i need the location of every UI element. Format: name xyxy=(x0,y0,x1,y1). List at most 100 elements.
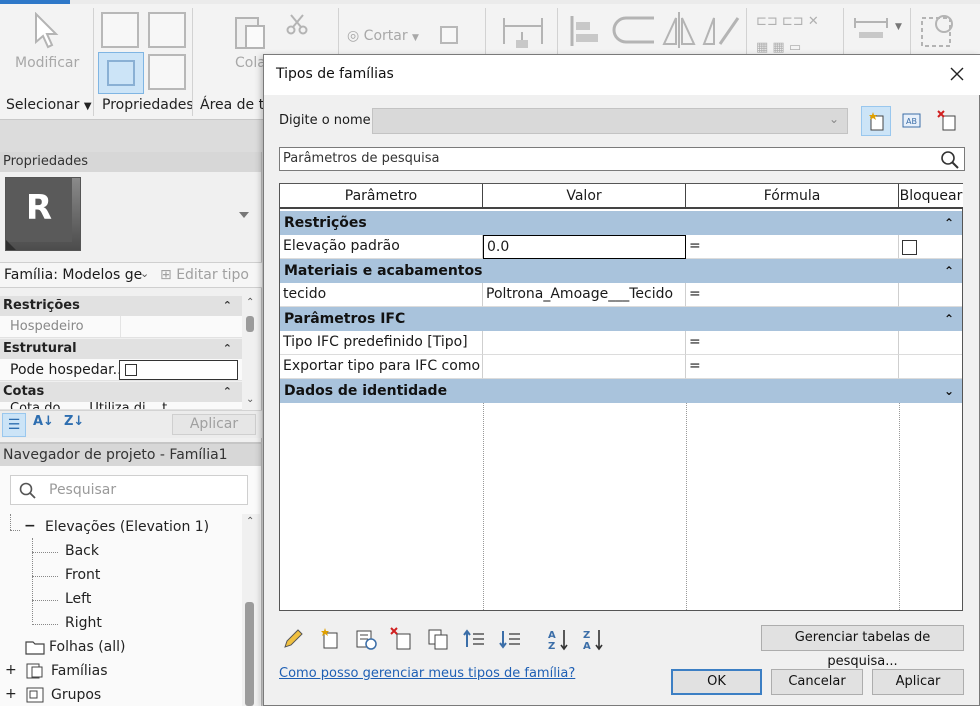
family-selector[interactable]: Família: Modelos ge xyxy=(4,267,149,283)
group-header-restrictions[interactable]: Restrições ⌃ xyxy=(280,211,962,235)
prop-category-dimensions[interactable]: Cotas ⌃ xyxy=(0,382,242,402)
param-formula-cell[interactable]: = xyxy=(686,355,899,379)
param-lock-cell[interactable] xyxy=(899,355,962,379)
tree-item-front[interactable]: Front xyxy=(65,567,100,583)
parameter-properties-icon[interactable] xyxy=(354,627,378,651)
prop-category-restrictions[interactable]: Restrições ⌃ xyxy=(0,296,242,316)
tree-item-back[interactable]: Back xyxy=(65,543,99,559)
properties-apply-button[interactable]: Aplicar xyxy=(172,414,256,435)
group-header-ifc[interactable]: Parâmetros IFC ⌃ xyxy=(280,307,962,331)
offset-icon[interactable] xyxy=(610,14,656,48)
scroll-up-icon[interactable]: ⌃ xyxy=(246,297,254,308)
modify-button-label[interactable]: Modificar xyxy=(15,55,79,71)
move-up-icon[interactable] xyxy=(462,627,486,651)
ok-button[interactable]: OK xyxy=(671,669,762,695)
param-value-cell[interactable] xyxy=(483,355,686,379)
apply-button[interactable]: Aplicar xyxy=(872,669,964,695)
edit-type-button[interactable]: ⊞ Editar tipo xyxy=(160,267,249,283)
properties-scrollbar[interactable]: ⌃ ⌄ xyxy=(242,296,260,410)
cursor-icon[interactable] xyxy=(32,12,60,50)
join-geometry-icon[interactable] xyxy=(440,26,458,44)
param-formula-cell[interactable]: = xyxy=(686,283,899,307)
rename-type-button[interactable]: AB xyxy=(896,106,926,136)
scroll-thumb[interactable] xyxy=(246,316,254,332)
move-icon[interactable]: ⊏⊐ ⊏⊐ ✕ xyxy=(756,14,819,29)
family-types-icon[interactable] xyxy=(148,12,186,48)
mirror-axis-icon[interactable] xyxy=(662,10,696,50)
tree-expand-icon[interactable]: + xyxy=(5,662,17,678)
tree-collapse-icon[interactable]: − xyxy=(24,518,36,534)
paste-icon[interactable] xyxy=(232,12,268,52)
tree-item-sheets[interactable]: Folhas (all) xyxy=(49,639,126,655)
param-name-cell[interactable]: Exportar tipo para IFC como xyxy=(280,355,483,379)
param-value-cell[interactable] xyxy=(483,331,686,355)
family-category-icon[interactable] xyxy=(148,54,186,90)
param-formula-cell[interactable]: = xyxy=(686,235,899,259)
browser-search-input[interactable]: Pesquisar xyxy=(10,475,248,505)
mirror-draw-icon[interactable] xyxy=(702,10,742,50)
col-header-formula[interactable]: Fórmula xyxy=(686,184,899,209)
param-lock-cell[interactable] xyxy=(899,283,962,307)
tree-item-left[interactable]: Left xyxy=(65,591,91,607)
prop-category-structural[interactable]: Estrutural ⌃ xyxy=(0,339,242,359)
tree-item-right[interactable]: Right xyxy=(65,615,102,631)
sort-categorized-icon[interactable]: ☰ xyxy=(2,413,26,437)
create-icon[interactable] xyxy=(918,10,958,50)
type-properties-icon[interactable] xyxy=(101,12,139,48)
col-header-value[interactable]: Valor xyxy=(483,184,686,209)
col-header-lock[interactable]: Bloquear xyxy=(899,184,963,209)
tree-item-groups[interactable]: Grupos xyxy=(51,687,101,703)
col-header-parameter[interactable]: Parâmetro xyxy=(280,184,483,209)
browser-scrollbar[interactable]: ⌃ xyxy=(242,514,260,706)
edit-parameter-icon[interactable] xyxy=(281,627,305,651)
align-icon[interactable] xyxy=(568,14,602,48)
scroll-down-icon[interactable]: ⌄ xyxy=(246,394,254,405)
scroll-up-icon[interactable]: ⌃ xyxy=(246,516,254,527)
scissors-icon[interactable] xyxy=(285,12,309,36)
paste-button-label[interactable]: Cola xyxy=(235,55,266,71)
sort-descending-icon[interactable]: ZA xyxy=(582,627,606,651)
group-header-materials[interactable]: Materiais e acabamentos ⌃ xyxy=(280,259,962,283)
param-value-input[interactable]: 0.0 xyxy=(483,235,686,259)
param-name-cell[interactable]: Tipo IFC predefinido [Tipo] xyxy=(280,331,483,355)
tree-item-families[interactable]: Famílias xyxy=(51,663,108,679)
can-host-checkbox[interactable] xyxy=(125,364,137,376)
type-name-combobox[interactable]: ⌄ xyxy=(372,108,848,134)
search-icon[interactable] xyxy=(940,150,960,170)
delete-parameter-icon[interactable] xyxy=(390,627,414,651)
help-link[interactable]: Como posso gerenciar meus tipos de famíl… xyxy=(279,666,575,681)
sort-az-icon[interactable]: A↓ xyxy=(33,414,54,429)
close-icon[interactable] xyxy=(948,65,966,83)
new-type-button[interactable] xyxy=(861,106,891,136)
chevron-down-icon[interactable]: ⌄ xyxy=(829,112,839,126)
group-header-identity[interactable]: Dados de identidade ⌄ xyxy=(280,379,962,403)
tree-item-elevations[interactable]: Elevações (Elevation 1) xyxy=(45,519,209,535)
sort-ascending-icon[interactable]: AZ xyxy=(547,627,571,651)
param-formula-cell[interactable]: = xyxy=(686,331,899,355)
param-name-cell[interactable]: tecido xyxy=(280,283,483,307)
sort-za-icon[interactable]: Z↓ xyxy=(64,414,84,429)
select-dropdown[interactable]: Selecionar ▼ xyxy=(6,97,92,113)
category-label: Cotas xyxy=(3,384,45,399)
cut-geometry-button[interactable]: ◎ Cortar ▼ xyxy=(347,28,419,44)
chevron-down-icon[interactable]: ⌄ xyxy=(140,267,149,280)
new-parameter-icon[interactable] xyxy=(318,627,342,651)
delete-type-button[interactable] xyxy=(932,106,962,136)
lookup-parameters-search[interactable]: Parâmetros de pesquisa xyxy=(279,147,965,171)
manage-lookup-tables-button[interactable]: Gerenciar tabelas de pesquisa... xyxy=(761,625,964,669)
scroll-thumb[interactable] xyxy=(245,602,254,706)
measure-icon[interactable] xyxy=(853,16,889,40)
param-value-cell[interactable]: Poltrona_Amoage___Tecido xyxy=(483,283,686,307)
tree-expand-icon[interactable]: + xyxy=(5,686,17,702)
copy-icon[interactable]: ▦ ▦ ▭ xyxy=(756,40,801,55)
param-lock-cell[interactable] xyxy=(899,331,962,355)
type-selector-dropdown-icon[interactable] xyxy=(239,212,249,218)
lock-checkbox[interactable] xyxy=(902,240,917,255)
cancel-button[interactable]: Cancelar xyxy=(771,669,863,695)
copy-parameter-icon[interactable] xyxy=(426,627,450,651)
chevron-down-icon[interactable]: ▼ xyxy=(895,22,902,32)
param-name-cell[interactable]: Elevação padrão xyxy=(280,235,483,259)
properties-toggle-icon[interactable] xyxy=(98,52,144,94)
align-dimension-icon[interactable] xyxy=(500,14,546,50)
move-down-icon[interactable] xyxy=(498,627,522,651)
